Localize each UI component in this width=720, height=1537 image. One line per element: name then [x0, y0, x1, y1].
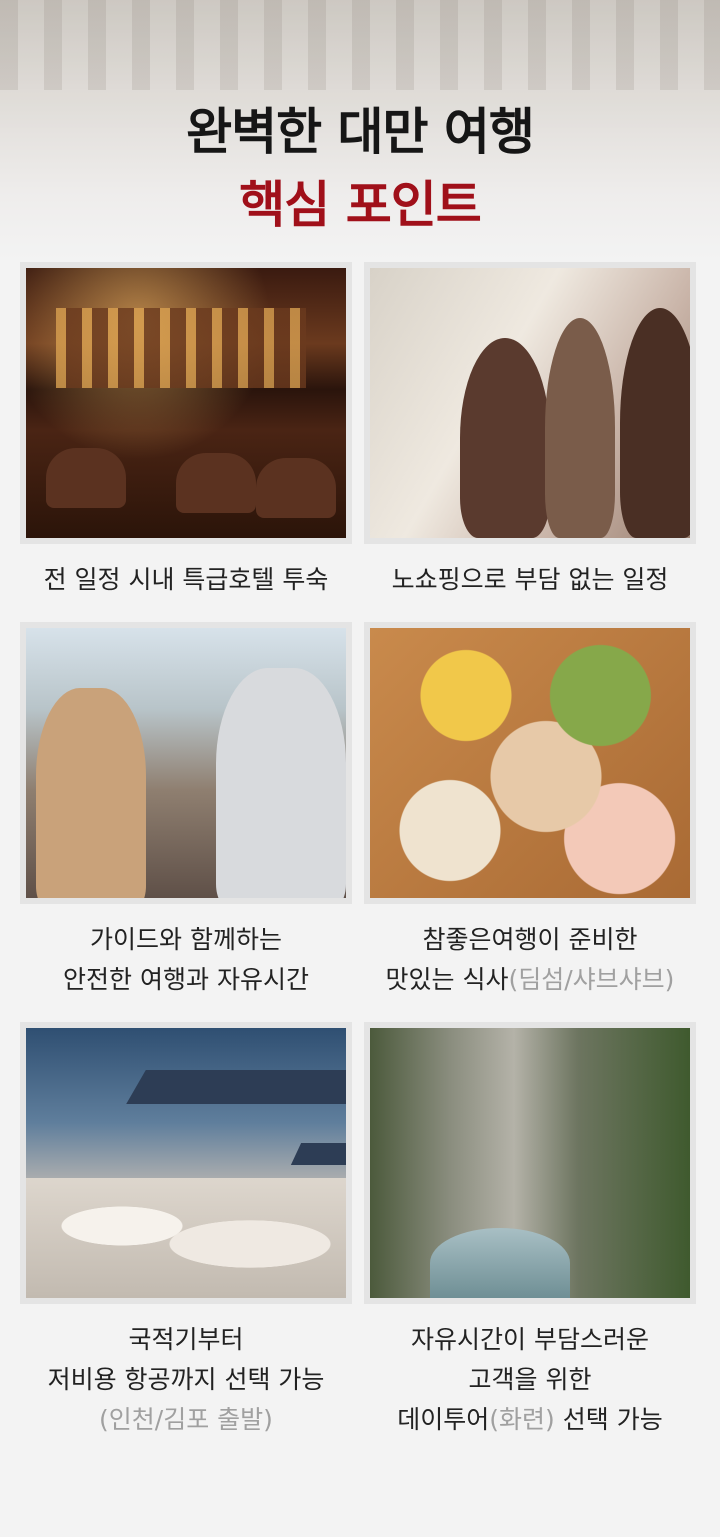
- feature-card-daytour: 자유시간이 부담스러운 고객을 위한 데이투어(화련) 선택 가능: [364, 1022, 696, 1440]
- feature-card-no-shopping: 노쇼핑으로 부담 없는 일정: [364, 262, 696, 600]
- feature-caption: 전 일정 시내 특급호텔 투숙: [43, 565, 329, 594]
- page: 완벽한 대만 여행 핵심 포인트 전 일정 시내 특급호텔 투숙 노쇼핑으로 부…: [0, 0, 720, 1537]
- dimsum-photo: [364, 622, 696, 904]
- feature-caption: 노쇼핑으로 부담 없는 일정: [391, 565, 669, 594]
- hotel-lounge-photo: [20, 262, 352, 544]
- feature-card-airline: 국적기부터 저비용 항공까지 선택 가능 (인천/김포 출발): [20, 1022, 352, 1440]
- feature-caption: 가이드와 함께하는 안전한 여행과 자유시간: [63, 925, 309, 994]
- feature-caption: 자유시간이 부담스러운 고객을 위한 데이투어(화련) 선택 가능: [397, 1325, 663, 1434]
- shopping-friends-photo: [364, 262, 696, 544]
- taroko-gorge-photo: [364, 1022, 696, 1304]
- feature-card-meals: 참좋은여행이 준비한 맛있는 식사(딤섬/샤브샤브): [364, 622, 696, 1000]
- airplane-wing-photo: [20, 1022, 352, 1304]
- page-title-line1: 완벽한 대만 여행: [186, 103, 535, 161]
- feature-caption: 참좋은여행이 준비한 맛있는 식사(딤섬/샤브샤브): [385, 925, 675, 994]
- feature-card-hotel: 전 일정 시내 특급호텔 투숙: [20, 262, 352, 600]
- feature-card-guide: 가이드와 함께하는 안전한 여행과 자유시간: [20, 622, 352, 1000]
- guide-travelers-photo: [20, 622, 352, 904]
- feature-caption: 국적기부터 저비용 항공까지 선택 가능 (인천/김포 출발): [47, 1325, 325, 1434]
- page-title-line2: 핵심 포인트: [239, 176, 481, 234]
